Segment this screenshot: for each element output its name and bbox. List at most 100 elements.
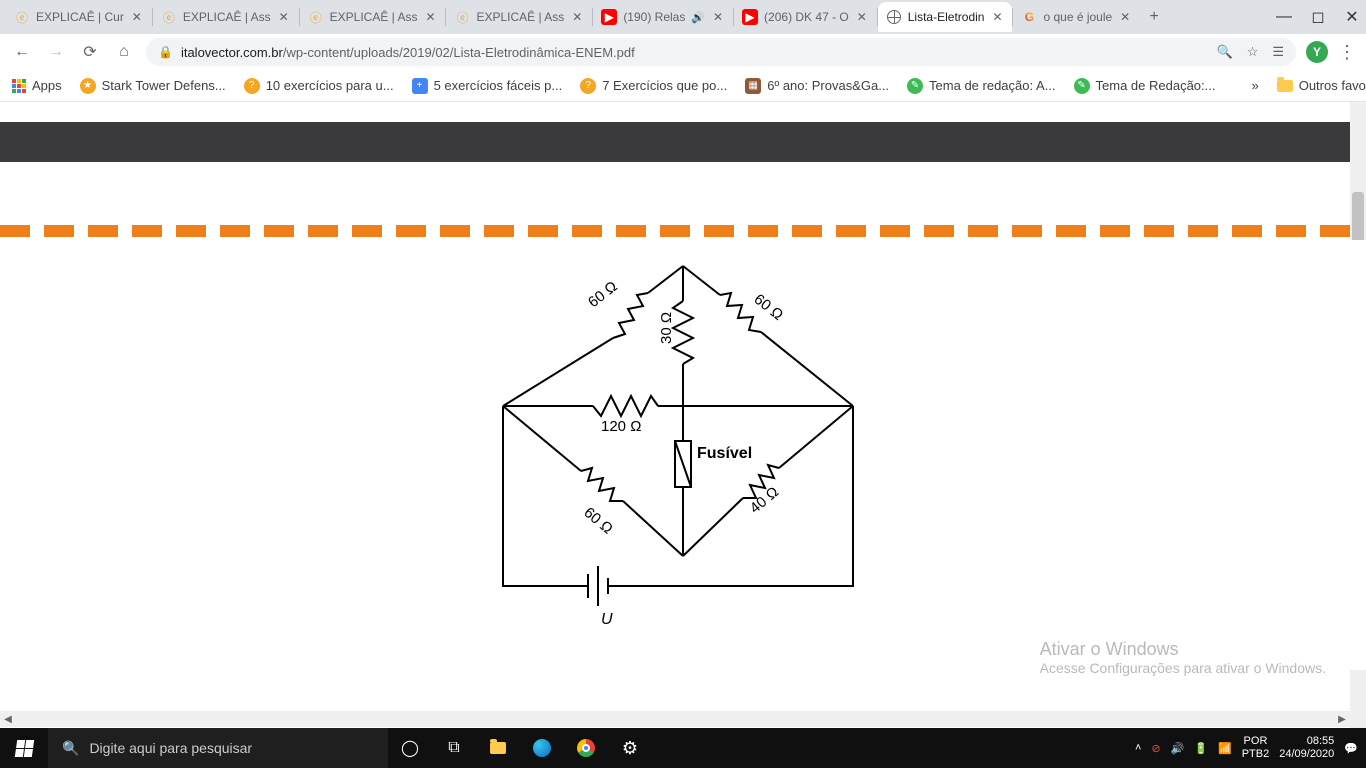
- windows-icon: [14, 740, 33, 757]
- youtube-icon: ▶: [742, 9, 758, 25]
- zoom-icon[interactable]: 🔍: [1217, 44, 1233, 60]
- reading-list-icon[interactable]: ☰: [1272, 44, 1284, 60]
- close-icon[interactable]: ✕: [277, 10, 291, 24]
- page-viewport: U: [0, 102, 1366, 728]
- tab-title: o que é joule: [1043, 10, 1112, 24]
- bookmark-item[interactable]: ✎ Tema de redação: A...: [907, 78, 1055, 94]
- folder-icon: [490, 742, 506, 754]
- tab-youtube-1[interactable]: ▶ (190) Relas 🔊 ✕: [593, 2, 733, 32]
- minimize-button[interactable]: —: [1276, 9, 1292, 25]
- bookmark-label: 10 exercícios para u...: [266, 78, 394, 93]
- volume-icon[interactable]: 🔊: [1171, 742, 1185, 755]
- tab-title: EXPLICAÊ | Cur: [36, 10, 124, 24]
- search-placeholder: Digite aqui para pesquisar: [89, 740, 252, 756]
- close-window-button[interactable]: ✕: [1344, 9, 1360, 25]
- bookmark-item[interactable]: ★ Stark Tower Defens...: [80, 78, 226, 94]
- system-tray[interactable]: ⊘ 🔊 🔋 📶: [1151, 742, 1231, 755]
- taskbar-search[interactable]: 🔍 Digite aqui para pesquisar: [48, 728, 388, 768]
- apps-shortcut[interactable]: Apps: [12, 78, 62, 93]
- bookmark-item[interactable]: ? 7 Exercícios que po...: [580, 78, 727, 94]
- home-button[interactable]: ⌂: [112, 40, 136, 64]
- resistor-label: 30 Ω: [658, 312, 675, 344]
- settings-button[interactable]: ⚙: [608, 728, 652, 768]
- bookmark-label: Stark Tower Defens...: [102, 78, 226, 93]
- close-icon[interactable]: ✕: [423, 10, 437, 24]
- tray-expand-icon[interactable]: ˄: [1135, 742, 1141, 754]
- close-icon[interactable]: ✕: [1118, 10, 1132, 24]
- other-bookmarks[interactable]: Outros favoritos: [1277, 78, 1366, 93]
- folder-icon: [1277, 80, 1293, 92]
- windows-activation-watermark: Ativar o Windows Acesse Configurações pa…: [1040, 639, 1326, 676]
- voltage-label: U: [601, 611, 613, 628]
- bookmark-item[interactable]: ▦ 6º ano: Provas&Ga...: [745, 78, 889, 94]
- reload-button[interactable]: ⟳: [78, 40, 102, 64]
- file-explorer-button[interactable]: [476, 728, 520, 768]
- cortana-button[interactable]: ◯: [388, 728, 432, 768]
- star-icon[interactable]: ☆: [1247, 44, 1259, 60]
- site-icon: ?: [580, 78, 596, 94]
- explicae-icon: ⓔ: [454, 9, 470, 25]
- bookmarks-overflow[interactable]: »: [1251, 78, 1258, 93]
- start-button[interactable]: [0, 728, 48, 768]
- globe-icon: [886, 9, 902, 25]
- close-icon[interactable]: ✕: [130, 10, 144, 24]
- site-icon: +: [412, 78, 428, 94]
- resistor-label: 120 Ω: [601, 418, 641, 435]
- scroll-left-icon[interactable]: ◀: [0, 711, 16, 727]
- tab-explicae-2[interactable]: ⓔ EXPLICAÊ | Ass ✕: [153, 2, 299, 32]
- task-view-button[interactable]: ⧉: [432, 728, 476, 768]
- menu-button[interactable]: ⋮: [1338, 42, 1356, 63]
- resistor-label: 60 Ω: [580, 504, 616, 538]
- resistor-label: 60 Ω: [751, 291, 787, 324]
- tab-title: (206) DK 47 - O: [764, 10, 849, 24]
- bookmark-item[interactable]: ✎ Tema de Redação:...: [1074, 78, 1216, 94]
- site-icon: ★: [80, 78, 96, 94]
- audio-icon[interactable]: 🔊: [691, 11, 705, 24]
- language-indicator[interactable]: POR PTB2: [1242, 735, 1270, 761]
- explicae-icon: ⓔ: [14, 9, 30, 25]
- bookmark-label: Outros favoritos: [1299, 78, 1366, 93]
- tab-explicae-3[interactable]: ⓔ EXPLICAÊ | Ass ✕: [300, 2, 446, 32]
- chrome-button[interactable]: [564, 728, 608, 768]
- bookmarks-bar: Apps ★ Stark Tower Defens... ? 10 exercí…: [0, 70, 1366, 102]
- resistor-label: 60 Ω: [585, 278, 621, 311]
- explicae-icon: ⓔ: [161, 9, 177, 25]
- tab-google-search[interactable]: G o que é joule ✕: [1013, 2, 1140, 32]
- edge-button[interactable]: [520, 728, 564, 768]
- site-icon: ✎: [1074, 78, 1090, 94]
- url-text: italovector.com.br/wp-content/uploads/20…: [181, 45, 635, 60]
- site-icon: ✎: [907, 78, 923, 94]
- scroll-right-icon[interactable]: ▶: [1334, 711, 1350, 727]
- bookmark-label: Tema de Redação:...: [1096, 78, 1216, 93]
- pdf-page: U: [0, 240, 1366, 670]
- tab-youtube-2[interactable]: ▶ (206) DK 47 - O ✕: [734, 2, 877, 32]
- horizontal-scrollbar[interactable]: ◀ ▶: [0, 711, 1350, 727]
- clock[interactable]: 08:55 24/09/2020: [1279, 735, 1334, 761]
- security-icon[interactable]: ⊘: [1151, 742, 1160, 755]
- maximize-button[interactable]: ◻: [1310, 9, 1326, 25]
- close-icon[interactable]: ✕: [570, 10, 584, 24]
- close-icon[interactable]: ✕: [711, 10, 725, 24]
- notifications-button[interactable]: 💬: [1344, 742, 1358, 755]
- bookmark-item[interactable]: ? 10 exercícios para u...: [244, 78, 394, 94]
- profile-avatar[interactable]: Y: [1306, 41, 1328, 63]
- address-bar[interactable]: 🔒 italovector.com.br/wp-content/uploads/…: [146, 38, 1296, 66]
- decorative-bar: [0, 222, 1366, 240]
- pdf-toolbar[interactable]: [0, 122, 1366, 162]
- forward-button[interactable]: →: [44, 40, 68, 64]
- fuse-label: Fusível: [697, 445, 752, 462]
- chrome-icon: [577, 739, 595, 757]
- tab-explicae-1[interactable]: ⓔ EXPLICAÊ | Cur ✕: [6, 2, 152, 32]
- wifi-icon[interactable]: 📶: [1218, 742, 1232, 755]
- close-icon[interactable]: ✕: [855, 10, 869, 24]
- tab-lista-eletrodin[interactable]: Lista-Eletrodin ✕: [878, 2, 1013, 32]
- lock-icon: 🔒: [158, 45, 173, 59]
- search-icon: 🔍: [62, 740, 79, 757]
- close-icon[interactable]: ✕: [990, 10, 1004, 24]
- battery-icon[interactable]: 🔋: [1194, 742, 1208, 755]
- circuit-diagram: U: [473, 246, 893, 646]
- back-button[interactable]: ←: [10, 40, 34, 64]
- new-tab-button[interactable]: +: [1140, 3, 1168, 31]
- tab-explicae-4[interactable]: ⓔ EXPLICAÊ | Ass ✕: [446, 2, 592, 32]
- bookmark-item[interactable]: + 5 exercícios fáceis p...: [412, 78, 563, 94]
